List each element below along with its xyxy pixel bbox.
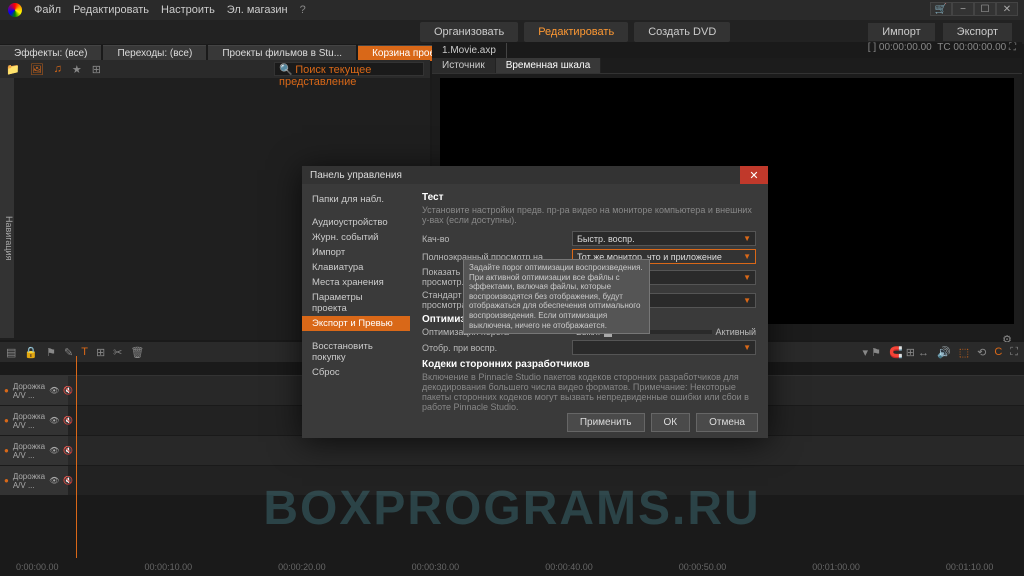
sidebar-import[interactable]: Импорт: [302, 245, 410, 260]
timeline-ruler-bottom: 0:00:00.0000:00:10.0000:00:20.0000:00:30…: [0, 558, 1024, 576]
minimize-button[interactable]: −: [952, 2, 974, 16]
menu-setup[interactable]: Настроить: [161, 4, 215, 16]
sidebar-storage[interactable]: Места хранения: [302, 275, 410, 290]
mode-icon[interactable]: ⬚: [959, 346, 969, 359]
app-logo-icon: [8, 3, 22, 17]
cut-icon[interactable]: ✂: [113, 346, 122, 359]
ok-button[interactable]: ОК: [651, 413, 691, 432]
side-nav[interactable]: Навигация: [0, 78, 14, 338]
eye-icon[interactable]: 👁: [49, 416, 59, 425]
tab-organize[interactable]: Организовать: [420, 22, 518, 42]
sidebar-events[interactable]: Журн. событий: [302, 230, 410, 245]
sidebar-watch[interactable]: Папки для набл.: [302, 192, 410, 207]
track-row[interactable]: ●Дорожка A/V ...👁🔇: [0, 466, 1024, 496]
lock-icon[interactable]: 🔒: [24, 346, 38, 359]
sidebar-reset[interactable]: Сброс: [302, 365, 410, 380]
control-panel-dialog: Панель управления ✕ Папки для набл. Ауди…: [302, 166, 768, 438]
threshold-high: Активный: [716, 327, 756, 337]
section-test: Тест: [422, 192, 756, 203]
layers-icon[interactable]: ▤: [6, 346, 16, 359]
mute-icon[interactable]: 🔇: [63, 416, 73, 425]
library-toolbar: 📁 🖼 ♫ ★ ⊞ 🔍 Поиск текущее представление: [0, 60, 430, 78]
close-button[interactable]: ✕: [996, 2, 1018, 16]
library-search[interactable]: 🔍 Поиск текущее представление: [274, 62, 424, 76]
image-icon[interactable]: 🖼: [30, 63, 44, 76]
vol2-icon[interactable]: 🔊: [937, 346, 951, 359]
sync-icon[interactable]: ⟲: [977, 346, 986, 359]
lock-icon[interactable]: ●: [4, 386, 9, 395]
star-icon[interactable]: ★: [72, 63, 82, 76]
tooltip: Задайте порог оптимизации воспроизведени…: [463, 259, 650, 334]
lock-icon[interactable]: ●: [4, 416, 9, 425]
import-button[interactable]: Импорт: [868, 23, 934, 41]
tab-edit[interactable]: Редактировать: [524, 22, 628, 42]
sidebar-project[interactable]: Параметры проекта: [302, 290, 410, 316]
libtab-effects[interactable]: Эффекты: (все): [0, 45, 101, 61]
render-label: Отобр. при воспр.: [422, 343, 572, 353]
trash-icon[interactable]: 🗑: [130, 346, 144, 359]
dialog-close-button[interactable]: ✕: [740, 166, 768, 184]
track-row[interactable]: ●Дорожка A/V ...👁🔇: [0, 436, 1024, 466]
preview-tab-movie[interactable]: 1.Movie.axp: [432, 43, 507, 58]
section-codecs: Кодеки сторонних разработчиков: [422, 359, 756, 370]
flag-icon[interactable]: ⚑: [46, 346, 56, 359]
lock-icon[interactable]: ●: [4, 476, 9, 485]
mute-icon[interactable]: 🔇: [63, 386, 73, 395]
menu-help[interactable]: ?: [300, 4, 306, 16]
menu-edit[interactable]: Редактировать: [73, 4, 149, 16]
mute-icon[interactable]: 🔇: [63, 476, 73, 485]
link-icon[interactable]: C: [994, 346, 1002, 358]
render-select[interactable]: ▼: [572, 340, 756, 355]
text-icon[interactable]: T: [81, 346, 88, 358]
snap-icon[interactable]: 🧲 ⊞ ↔: [889, 346, 929, 359]
sidebar-restore[interactable]: Восстановить покупку: [302, 339, 410, 365]
sidebar-audio[interactable]: Аудиоустройство: [302, 215, 410, 230]
mute-icon[interactable]: 🔇: [63, 446, 73, 455]
window-controls: 🛒 − ☐ ✕: [930, 2, 1018, 16]
apply-button[interactable]: Применить: [567, 413, 645, 432]
dialog-sidebar: Папки для набл. Аудиоустройство Журн. со…: [302, 184, 410, 414]
tag-icon[interactable]: ⊞: [92, 63, 101, 76]
menu-store[interactable]: Эл. магазин: [227, 4, 288, 16]
menu-file[interactable]: Файл: [34, 4, 61, 16]
libtab-transitions[interactable]: Переходы: (все): [103, 45, 206, 61]
menu-bar: Файл Редактировать Настроить Эл. магазин…: [0, 0, 1024, 20]
codecs-desc: Включение в Pinnacle Studio пакетов коде…: [422, 372, 756, 412]
tab-createdvd[interactable]: Создать DVD: [634, 22, 730, 42]
eye-icon[interactable]: 👁: [49, 476, 59, 485]
sidebar-keyboard[interactable]: Клавиатура: [302, 260, 410, 275]
quality-label: Кач-во: [422, 234, 572, 244]
tool1-icon[interactable]: ✎: [64, 346, 73, 359]
expand-icon[interactable]: ⛶: [1009, 42, 1016, 53]
expand2-icon[interactable]: ⛶: [1010, 346, 1018, 359]
export-button[interactable]: Экспорт: [943, 23, 1012, 41]
cancel-button[interactable]: Отмена: [696, 413, 758, 432]
lock-icon[interactable]: ●: [4, 446, 9, 455]
playhead[interactable]: [76, 356, 77, 558]
test-desc: Установите настройки предв. пр-ра видео …: [422, 205, 756, 225]
tool2-icon[interactable]: ⊞: [96, 346, 105, 359]
marker-icon[interactable]: ▾ ⚑: [863, 346, 881, 359]
sidebar-export[interactable]: Экспорт и Превью: [302, 316, 410, 331]
mode-tabs: Организовать Редактировать Создать DVD И…: [0, 20, 1024, 44]
libtab-projects[interactable]: Проекты фильмов в Stu...: [208, 45, 356, 61]
folder-icon[interactable]: 📁: [6, 63, 20, 76]
eye-icon[interactable]: 👁: [49, 386, 59, 395]
eye-icon[interactable]: 👁: [49, 446, 59, 455]
dialog-content: Тест Установите настройки предв. пр-ра в…: [410, 184, 768, 414]
dialog-title: Панель управления: [302, 166, 768, 184]
music-icon[interactable]: ♫: [54, 63, 62, 75]
cart-icon[interactable]: 🛒: [930, 2, 952, 16]
timecode: [ ] 00:00:00.00 TC 00:00:00.00 ⛶: [868, 42, 1016, 53]
maximize-button[interactable]: ☐: [974, 2, 996, 16]
subtab-source[interactable]: Источник: [432, 58, 496, 73]
subtab-timeline[interactable]: Временная шкала: [496, 58, 602, 73]
quality-select[interactable]: Быстр. воспр.▼: [572, 231, 756, 246]
